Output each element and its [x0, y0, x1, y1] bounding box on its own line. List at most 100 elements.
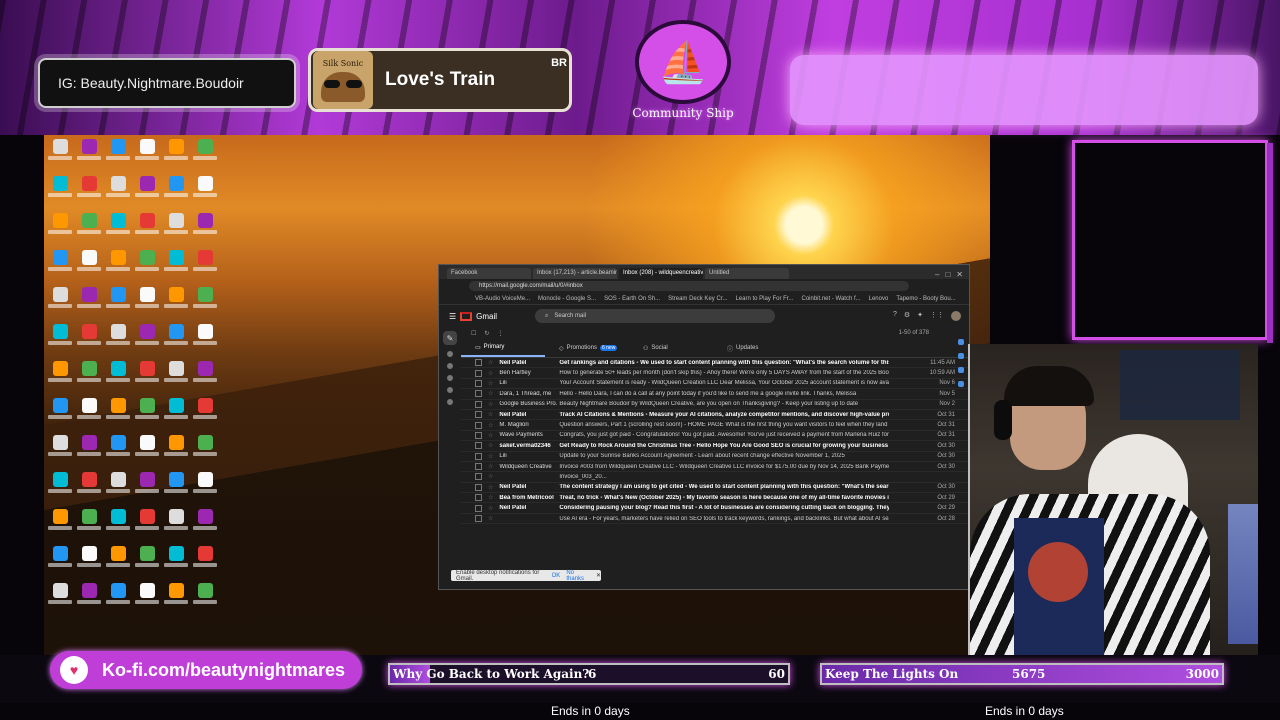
row-checkbox[interactable] [475, 390, 482, 398]
desktop-shortcut-icon[interactable] [162, 583, 190, 611]
tab-primary[interactable]: ▭ Primary [461, 339, 545, 357]
desktop-shortcut-icon[interactable] [75, 287, 103, 315]
calendar-icon[interactable] [958, 339, 964, 345]
desktop-shortcut-icon[interactable] [46, 213, 74, 241]
desktop-shortcut-icon[interactable] [162, 398, 190, 426]
row-checkbox[interactable] [475, 421, 482, 429]
star-icon[interactable]: ☆ [488, 515, 493, 522]
desktop-shortcut-icon[interactable] [46, 546, 74, 574]
row-checkbox[interactable] [475, 515, 482, 523]
bookmark-item[interactable]: Coinbit.net - Watch f... [801, 296, 860, 302]
send-icon[interactable] [447, 387, 453, 393]
desktop-shortcut-icon[interactable] [133, 398, 161, 426]
bookmark-item[interactable]: Tapemo - Booty Bou... [896, 296, 955, 302]
desktop-shortcut-icon[interactable] [191, 472, 219, 500]
gmail-logo[interactable]: ☰ Gmail [449, 311, 535, 321]
browser-tab[interactable]: Inbox (17,213) - article.beaming [533, 268, 617, 279]
desktop-shortcut-icon[interactable] [75, 250, 103, 278]
desktop-shortcut-icon[interactable] [104, 472, 132, 500]
avatar[interactable] [951, 311, 961, 321]
email-row[interactable]: ☆ Dara, 1 Thread, me Hello - Hello Dara, I… [461, 389, 969, 400]
desktop-shortcut-icon[interactable] [191, 213, 219, 241]
desktop-shortcut-icon[interactable] [104, 398, 132, 426]
email-row[interactable]: ☆ Google Business Pro. Beauty Nightmare Bo… [461, 400, 969, 410]
desktop-shortcut-icon[interactable] [75, 139, 103, 167]
desktop-shortcut-icon[interactable] [191, 176, 219, 204]
desktop-shortcut-icon[interactable] [104, 509, 132, 537]
star-icon[interactable]: ☆ [488, 463, 493, 470]
desktop-shortcut-icon[interactable] [75, 509, 103, 537]
desktop-shortcut-icon[interactable] [162, 472, 190, 500]
star-icon[interactable]: ☆ [488, 432, 493, 439]
refresh-icon[interactable]: ↻ [484, 330, 489, 337]
bookmark-item[interactable]: Lenovo [869, 296, 889, 302]
help-icon[interactable]: ? [893, 311, 897, 321]
bookmark-item[interactable]: SOS - Earth On Sh... [604, 296, 660, 302]
star-icon[interactable]: ☆ [488, 359, 493, 366]
desktop-shortcut-icon[interactable] [46, 472, 74, 500]
desktop-shortcut-icon[interactable] [133, 287, 161, 315]
desktop-shortcut-icon[interactable] [46, 435, 74, 463]
desktop-shortcut-icon[interactable] [133, 509, 161, 537]
notification-dismiss-button[interactable]: No thanks [566, 570, 590, 582]
desktop-shortcut-icon[interactable] [46, 176, 74, 204]
star-icon[interactable]: ☆ [488, 473, 493, 480]
inbox-icon[interactable] [447, 351, 453, 357]
row-checkbox[interactable] [475, 369, 482, 377]
desktop-shortcut-icon[interactable] [162, 250, 190, 278]
browser-tab[interactable]: Facebook [447, 268, 531, 279]
email-row[interactable]: ☆ Neil Patel Track AI Citations & Mentions… [461, 410, 969, 421]
search-input[interactable]: Search mail [554, 313, 586, 319]
row-checkbox[interactable] [475, 483, 482, 491]
search-box[interactable]: ⌕ Search mail [535, 309, 775, 323]
row-checkbox[interactable] [475, 504, 482, 512]
desktop-shortcut-icon[interactable] [75, 398, 103, 426]
desktop-shortcut-icon[interactable] [46, 324, 74, 352]
email-row[interactable]: ☆ Ben Hartley How to generate 50+ leads pe… [461, 368, 969, 379]
kofi-link[interactable]: Ko-fi.com/beautynightmares [102, 660, 345, 681]
desktop-shortcut-icon[interactable] [104, 176, 132, 204]
desktop-shortcut-icon[interactable] [46, 139, 74, 167]
desktop-shortcut-icon[interactable] [133, 176, 161, 204]
desktop-shortcut-icon[interactable] [133, 324, 161, 352]
desktop-shortcut-icon[interactable] [191, 250, 219, 278]
row-checkbox[interactable] [475, 463, 482, 471]
email-row[interactable]: ☆ Neil Patel Get rankings and citations - … [461, 358, 969, 369]
desktop-shortcut-icon[interactable] [191, 324, 219, 352]
desktop-shortcut-icon[interactable] [133, 139, 161, 167]
row-checkbox[interactable] [475, 379, 482, 387]
desktop-shortcut-icon[interactable] [162, 435, 190, 463]
star-icon[interactable] [447, 363, 453, 369]
bookmark-item[interactable]: Monocle - Google S... [538, 296, 596, 302]
star-icon[interactable]: ☆ [488, 380, 493, 387]
close-icon[interactable]: ✕ [596, 572, 601, 579]
desktop-shortcut-icon[interactable] [75, 546, 103, 574]
bookmark-item[interactable]: Learn to Play For Fr... [735, 296, 793, 302]
desktop-shortcut-icon[interactable] [191, 398, 219, 426]
desktop-shortcut-icon[interactable] [133, 583, 161, 611]
desktop-shortcut-icon[interactable] [104, 546, 132, 574]
desktop-shortcut-icon[interactable] [46, 509, 74, 537]
desktop-shortcut-icon[interactable] [46, 398, 74, 426]
close-icon[interactable]: ✕ [956, 270, 963, 279]
desktop-shortcut-icon[interactable] [75, 213, 103, 241]
email-row[interactable]: ☆ Wave Payments Congrats, you just got pai… [461, 431, 969, 442]
minimize-icon[interactable]: – [935, 270, 939, 279]
star-icon[interactable]: ☆ [488, 442, 493, 449]
bookmark-item[interactable]: VB-Audio VoiceMe... [475, 296, 530, 302]
row-checkbox[interactable] [475, 411, 482, 419]
apps-icon[interactable]: ⋮⋮ [930, 311, 944, 321]
contacts-icon[interactable] [958, 381, 964, 387]
star-icon[interactable]: ☆ [488, 505, 493, 512]
email-row[interactable]: ☆ Wildqueen Creative Invoice #003 from Wil… [461, 462, 969, 473]
email-row[interactable]: ☆ M. Magliori Question answers, Part 1 (sc… [461, 420, 969, 431]
desktop-shortcut-icon[interactable] [104, 287, 132, 315]
desktop-shortcut-icon[interactable] [104, 435, 132, 463]
email-row[interactable]: ☆ Lili Update to your Sunrise Banks Accoun… [461, 452, 969, 462]
desktop-shortcut-icon[interactable] [46, 250, 74, 278]
email-row[interactable]: ☆ Lili Your Account Statement is ready - W… [461, 379, 969, 390]
compose-button[interactable]: ✎ [443, 331, 457, 345]
email-row[interactable]: ☆ saket.verma02346 Get Ready to Rock Aroun… [461, 441, 969, 452]
desktop-shortcut-icon[interactable] [133, 213, 161, 241]
desktop-shortcut-icon[interactable] [75, 361, 103, 389]
